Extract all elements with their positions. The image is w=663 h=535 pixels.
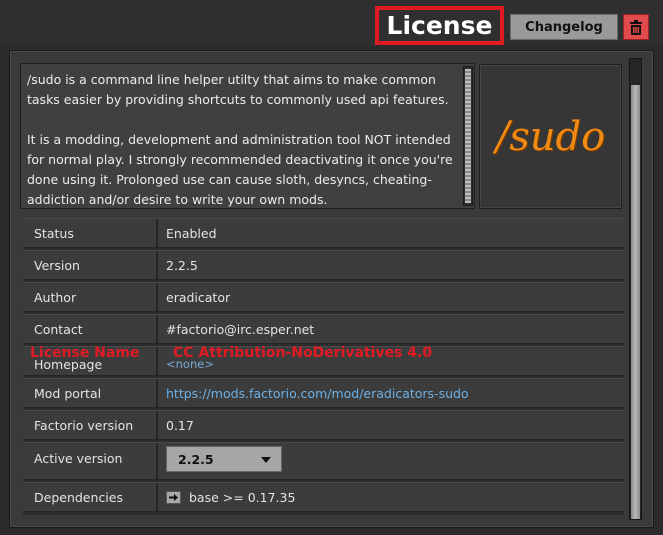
license-annotation: License Name CC Attribution-NoDerivative… [30,345,470,365]
delete-button[interactable] [623,14,649,40]
detail-label: Mod portal [23,379,158,407]
mod-thumbnail: /sudo [479,64,622,209]
detail-value: 0.17 [166,417,194,433]
detail-label: Author [23,283,158,311]
detail-row-active-version: Active version 2.2.5 [23,442,624,480]
detail-label: Active version [23,443,158,479]
license-title: License [375,6,504,45]
detail-value: eradicator [166,289,231,305]
trash-icon [630,19,642,35]
detail-value: Enabled [166,225,217,241]
detail-value: https://mods.factorio.com/mod/eradicator… [160,379,624,407]
logo-text: /sudo [495,113,606,160]
detail-value: 2.2.5 [166,257,198,273]
detail-label: Dependencies [23,483,158,511]
detail-value: #factorio@irc.esper.net [166,321,315,337]
detail-value: 2.2.5 [160,443,624,479]
detail-row-contact: Contact #factorio@irc.esper.net [23,314,624,344]
detail-label: Factorio version [23,411,158,439]
detail-label: Version [23,251,158,279]
active-version-selected: 2.2.5 [178,451,214,467]
main-scroll-thumb[interactable] [631,85,640,519]
detail-row-mod-portal: Mod portal https://mods.factorio.com/mod… [23,378,624,408]
main-scrollbar[interactable] [629,58,642,520]
detail-row-factorio-version: Factorio version 0.17 [23,410,624,440]
detail-row-version: Version 2.2.5 [23,250,624,280]
changelog-button[interactable]: Changelog [510,14,618,40]
detail-row-author: Author eradicator [23,282,624,312]
dependency-arrow-icon[interactable] [166,490,181,504]
detail-label: Contact [23,315,158,343]
detail-value: base >= 0.17.35 [160,483,624,511]
detail-row-dependencies: Dependencies base >= 0.17.35 [23,482,624,512]
detail-label: Status [23,219,158,247]
details-table: Status Enabled Version 2.2.5 Author erad… [23,218,624,515]
description-scroll-thumb[interactable] [465,69,471,203]
dependency-value: base >= 0.17.35 [189,489,296,505]
active-version-dropdown[interactable]: 2.2.5 [166,446,282,472]
mod-portal-link[interactable]: https://mods.factorio.com/mod/eradicator… [166,386,469,401]
chevron-down-icon [261,457,271,463]
license-name-value: CC Attribution-NoDerivatives 4.0 [173,345,433,361]
detail-row-status: Status Enabled [23,218,624,248]
description-text: /sudo is a command line helper utilty th… [27,70,457,208]
description-scrollbar[interactable] [463,66,473,206]
license-name-label: License Name [30,345,140,361]
description-box: /sudo is a command line helper utilty th… [20,63,475,209]
description-paragraph-2: It is a modding, development and adminis… [27,132,453,207]
description-paragraph-1: /sudo is a command line helper utilty th… [27,72,449,107]
